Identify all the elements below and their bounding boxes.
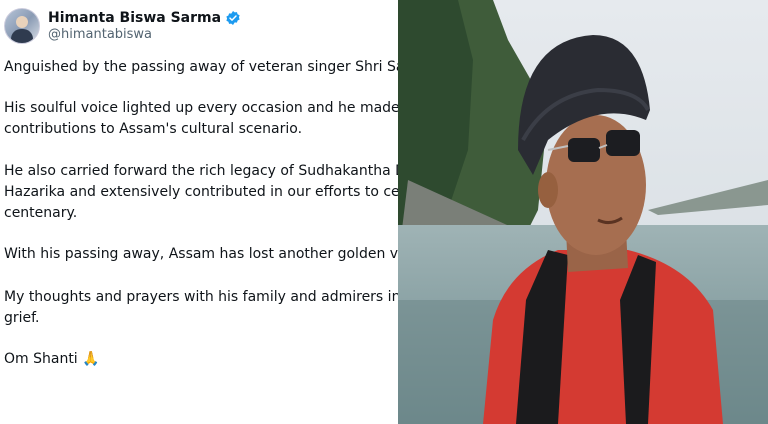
tweet-paragraph-1: Anguished by the passing away of veteran… — [4, 59, 398, 75]
tweet-card: Himanta Biswa Sarma @himantabiswa Anguis… — [0, 0, 398, 424]
verified-badge-icon — [226, 11, 240, 25]
tweet-header: Himanta Biswa Sarma @himantabiswa — [4, 6, 241, 46]
tweet-paragraph-5: My thoughts and prayers with his family … — [4, 289, 398, 326]
display-name[interactable]: Himanta Biswa Sarma — [48, 10, 221, 26]
portrait-illustration — [398, 0, 768, 424]
tweet-paragraph-2: His soulful voice lighted up every occas… — [4, 100, 398, 137]
avatar[interactable] — [4, 8, 40, 44]
name-row: Himanta Biswa Sarma — [48, 10, 241, 26]
tweet-paragraph-4: With his passing away, Assam has lost an… — [4, 246, 398, 262]
tweet-paragraph-3: He also carried forward the rich legacy … — [4, 163, 398, 221]
handle[interactable]: @himantabiswa — [48, 27, 241, 42]
author-block: Himanta Biswa Sarma @himantabiswa — [48, 10, 241, 42]
tweet-paragraph-6: Om Shanti 🙏 — [4, 351, 100, 367]
portrait-photo — [398, 0, 768, 424]
